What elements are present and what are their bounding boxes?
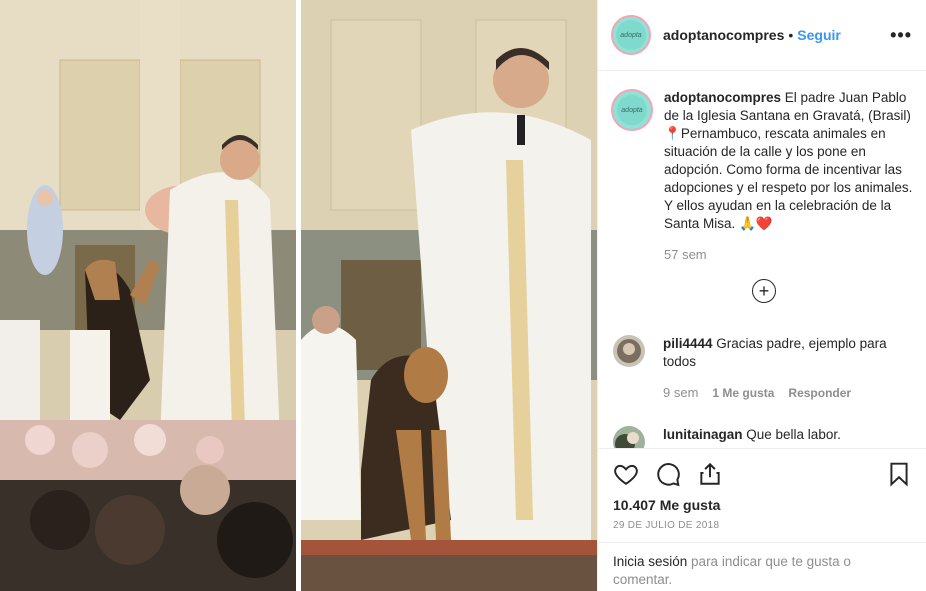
pin-emoji: 📍 <box>664 126 681 141</box>
caption-text-part2: Pernambuco, rescata animales en situació… <box>664 126 913 231</box>
post-date[interactable]: 29 DE JULIO DE 2018 <box>613 520 912 531</box>
caption-text: adoptanocompres El padre Juan Pablo de l… <box>664 89 914 233</box>
post-photo[interactable] <box>0 0 597 591</box>
commenter-avatar[interactable] <box>613 335 645 367</box>
post-caption: adopta adoptanocompres El padre Juan Pab… <box>611 89 914 264</box>
heart-icon[interactable] <box>613 461 639 487</box>
comments-section: adopta adoptanocompres El padre Juan Pab… <box>598 72 926 448</box>
avatar-logo: adopta <box>617 95 647 125</box>
likes-count[interactable]: 10.407 Me gusta <box>613 497 912 513</box>
comment-content: Que bella labor. <box>742 427 841 442</box>
commenter-avatar[interactable] <box>613 426 645 448</box>
comment-likes[interactable]: 1 Me gusta <box>712 384 774 402</box>
separator-dot: • <box>788 27 794 43</box>
login-link[interactable]: Inicia sesión <box>613 554 687 569</box>
comment-item: lunitainagan Que bella labor. <box>613 426 903 448</box>
avatar-logo: adopta <box>616 20 646 50</box>
load-more-comments-button[interactable]: + <box>752 279 776 303</box>
caption-emojis: 🙏❤️ <box>739 216 773 231</box>
post-actions: 10.407 Me gusta 29 DE JULIO DE 2018 <box>598 448 926 531</box>
comment-meta: 9 sem 1 Me gusta Responder <box>663 384 903 402</box>
caption-username[interactable]: adoptanocompres <box>664 90 781 105</box>
caption-timestamp[interactable]: 57 sem <box>664 246 914 264</box>
caption-body: adoptanocompres El padre Juan Pablo de l… <box>664 89 914 264</box>
author-username[interactable]: adoptanocompres <box>663 27 784 43</box>
comment-username[interactable]: pili4444 <box>663 336 713 351</box>
comment-body: lunitainagan Que bella labor. <box>663 426 903 448</box>
comment-text: lunitainagan Que bella labor. <box>663 426 903 444</box>
comment-item: pili4444 Gracias padre, ejemplo para tod… <box>613 335 903 402</box>
comment-body: pili4444 Gracias padre, ejemplo para tod… <box>663 335 903 402</box>
photo-right-priest-dog-sitting <box>301 0 597 591</box>
comment-username[interactable]: lunitainagan <box>663 427 743 442</box>
action-icons-row <box>613 461 912 487</box>
comment-timestamp[interactable]: 9 sem <box>663 384 698 402</box>
post-sidebar: adopta adoptanocompres • Seguir ••• adop… <box>597 0 926 591</box>
comment-text: pili4444 Gracias padre, ejemplo para tod… <box>663 335 903 371</box>
photo-left-priest-dog-jumping <box>0 0 296 591</box>
reply-button[interactable]: Responder <box>788 384 851 402</box>
more-options-icon[interactable]: ••• <box>890 25 912 46</box>
comment-icon[interactable] <box>655 461 681 487</box>
bookmark-icon[interactable] <box>886 461 912 487</box>
follow-button[interactable]: Seguir <box>797 27 841 43</box>
login-prompt: Inicia sesión para indicar que te gusta … <box>598 542 926 591</box>
plus-icon: + <box>758 281 770 301</box>
post-header: adopta adoptanocompres • Seguir ••• <box>598 0 926 71</box>
author-avatar[interactable]: adopta <box>611 15 651 55</box>
share-icon[interactable] <box>697 461 723 487</box>
caption-avatar[interactable]: adopta <box>611 89 653 131</box>
